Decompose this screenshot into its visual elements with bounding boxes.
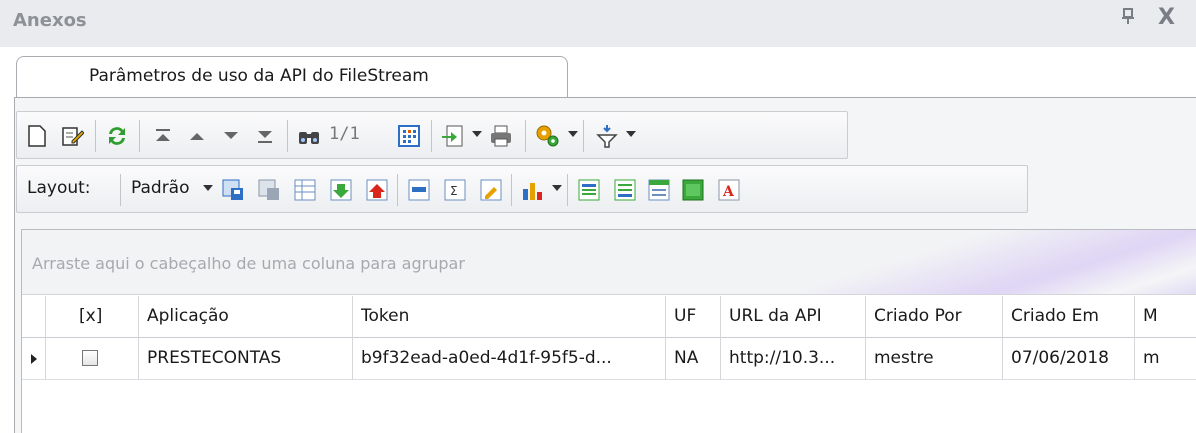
grid-header-row: [x] Aplicação Token UF URL da API Criado… <box>22 296 1196 338</box>
separator <box>139 120 140 152</box>
cell-aplicacao[interactable]: PRESTECONTAS <box>139 338 353 380</box>
column-header-aplicacao[interactable]: Aplicação <box>139 296 353 338</box>
separator <box>95 120 96 152</box>
edit-icon[interactable] <box>57 120 89 152</box>
svg-text:A: A <box>722 184 735 200</box>
layout-label: Layout: <box>27 178 91 198</box>
import-layout-icon[interactable] <box>325 174 357 206</box>
column-header-m[interactable]: M <box>1135 296 1196 338</box>
group-by-hint: Arraste aqui o cabeçalho de uma coluna p… <box>32 254 465 273</box>
row-checkbox-cell <box>46 338 139 380</box>
band-view-icon[interactable] <box>677 174 709 206</box>
separator <box>511 174 512 206</box>
separator <box>397 174 398 206</box>
panel-title: Anexos <box>13 10 87 31</box>
record-counter: 1/1 <box>329 124 360 144</box>
previous-record-icon[interactable] <box>181 120 213 152</box>
export-icon[interactable] <box>437 120 469 152</box>
edit-grid-icon[interactable] <box>475 174 507 206</box>
cell-uf[interactable]: NA <box>666 338 721 380</box>
cell-criado-em[interactable]: 07/06/2018 <box>1003 338 1135 380</box>
font-icon[interactable]: A <box>713 174 745 206</box>
group-view-icon[interactable] <box>573 174 605 206</box>
header-view-icon[interactable] <box>643 174 675 206</box>
cell-url-api[interactable]: http://10.3... <box>721 338 866 380</box>
panel-header: Anexos X <box>0 0 1196 47</box>
layout-select[interactable]: Padrão <box>131 178 190 198</box>
separator <box>431 120 432 152</box>
row-checkbox[interactable] <box>82 350 98 366</box>
svg-text:Σ: Σ <box>450 184 458 198</box>
layout-select-arrow[interactable] <box>203 185 213 191</box>
footer-view-icon[interactable] <box>609 174 641 206</box>
column-header-criado-por[interactable]: Criado Por <box>866 296 1003 338</box>
save-layout-icon[interactable] <box>217 174 249 206</box>
cell-criado-por[interactable]: mestre <box>866 338 1003 380</box>
summary-icon[interactable]: Σ <box>439 174 471 206</box>
export-layout-icon[interactable] <box>361 174 393 206</box>
find-icon[interactable] <box>293 120 325 152</box>
separator <box>287 120 288 152</box>
cell-m[interactable]: m <box>1135 338 1196 380</box>
first-record-icon[interactable] <box>147 120 179 152</box>
pin-icon[interactable] <box>1122 8 1134 28</box>
cell-token[interactable]: b9f32ead-a0ed-4d1f-95f5-d... <box>353 338 666 380</box>
navigation-toolbar: 1/1 <box>16 111 848 159</box>
filter-icon[interactable] <box>591 120 623 152</box>
chart-icon[interactable] <box>517 174 549 206</box>
grid-view-icon[interactable] <box>393 120 425 152</box>
table-layout-icon[interactable] <box>289 174 321 206</box>
column-header-checkbox[interactable]: [x] <box>46 296 139 338</box>
column-header-uf[interactable]: UF <box>666 296 721 338</box>
table-row[interactable]: PRESTECONTAS b9f32ead-a0ed-4d1f-95f5-d..… <box>22 338 1196 380</box>
column-header-criado-em[interactable]: Criado Em <box>1003 296 1135 338</box>
filter-dropdown-arrow[interactable] <box>626 131 636 137</box>
separator <box>525 120 526 152</box>
close-icon[interactable]: X <box>1158 5 1175 30</box>
column-header-url-api[interactable]: URL da API <box>721 296 866 338</box>
column-header-token[interactable]: Token <box>353 296 666 338</box>
settings-gear-icon[interactable] <box>531 120 563 152</box>
column-chooser-icon[interactable] <box>403 174 435 206</box>
tab-filestream-api-params[interactable]: Parâmetros de uso da API do FileStream <box>16 56 568 98</box>
tab-label: Parâmetros de uso da API do FileStream <box>89 66 429 86</box>
separator <box>583 120 584 152</box>
layout-toolbar: Layout: Padrão Σ A <box>16 165 1028 213</box>
separator <box>567 174 568 206</box>
row-indicator-icon <box>31 354 37 364</box>
delete-layout-icon[interactable] <box>253 174 285 206</box>
refresh-icon[interactable] <box>101 120 133 152</box>
chart-dropdown-arrow[interactable] <box>552 185 562 191</box>
separator <box>120 174 121 206</box>
row-indicator-cell <box>22 338 46 380</box>
print-icon[interactable] <box>485 120 517 152</box>
last-record-icon[interactable] <box>249 120 281 152</box>
settings-dropdown-arrow[interactable] <box>568 131 578 137</box>
next-record-icon[interactable] <box>215 120 247 152</box>
new-document-icon[interactable] <box>21 120 53 152</box>
group-panel-decoration <box>784 230 1196 294</box>
export-dropdown-arrow[interactable] <box>472 131 482 137</box>
header-indicator-cell <box>22 296 46 338</box>
group-by-panel[interactable]: Arraste aqui o cabeçalho de uma coluna p… <box>22 230 1196 295</box>
data-grid: Arraste aqui o cabeçalho de uma coluna p… <box>21 229 1196 433</box>
